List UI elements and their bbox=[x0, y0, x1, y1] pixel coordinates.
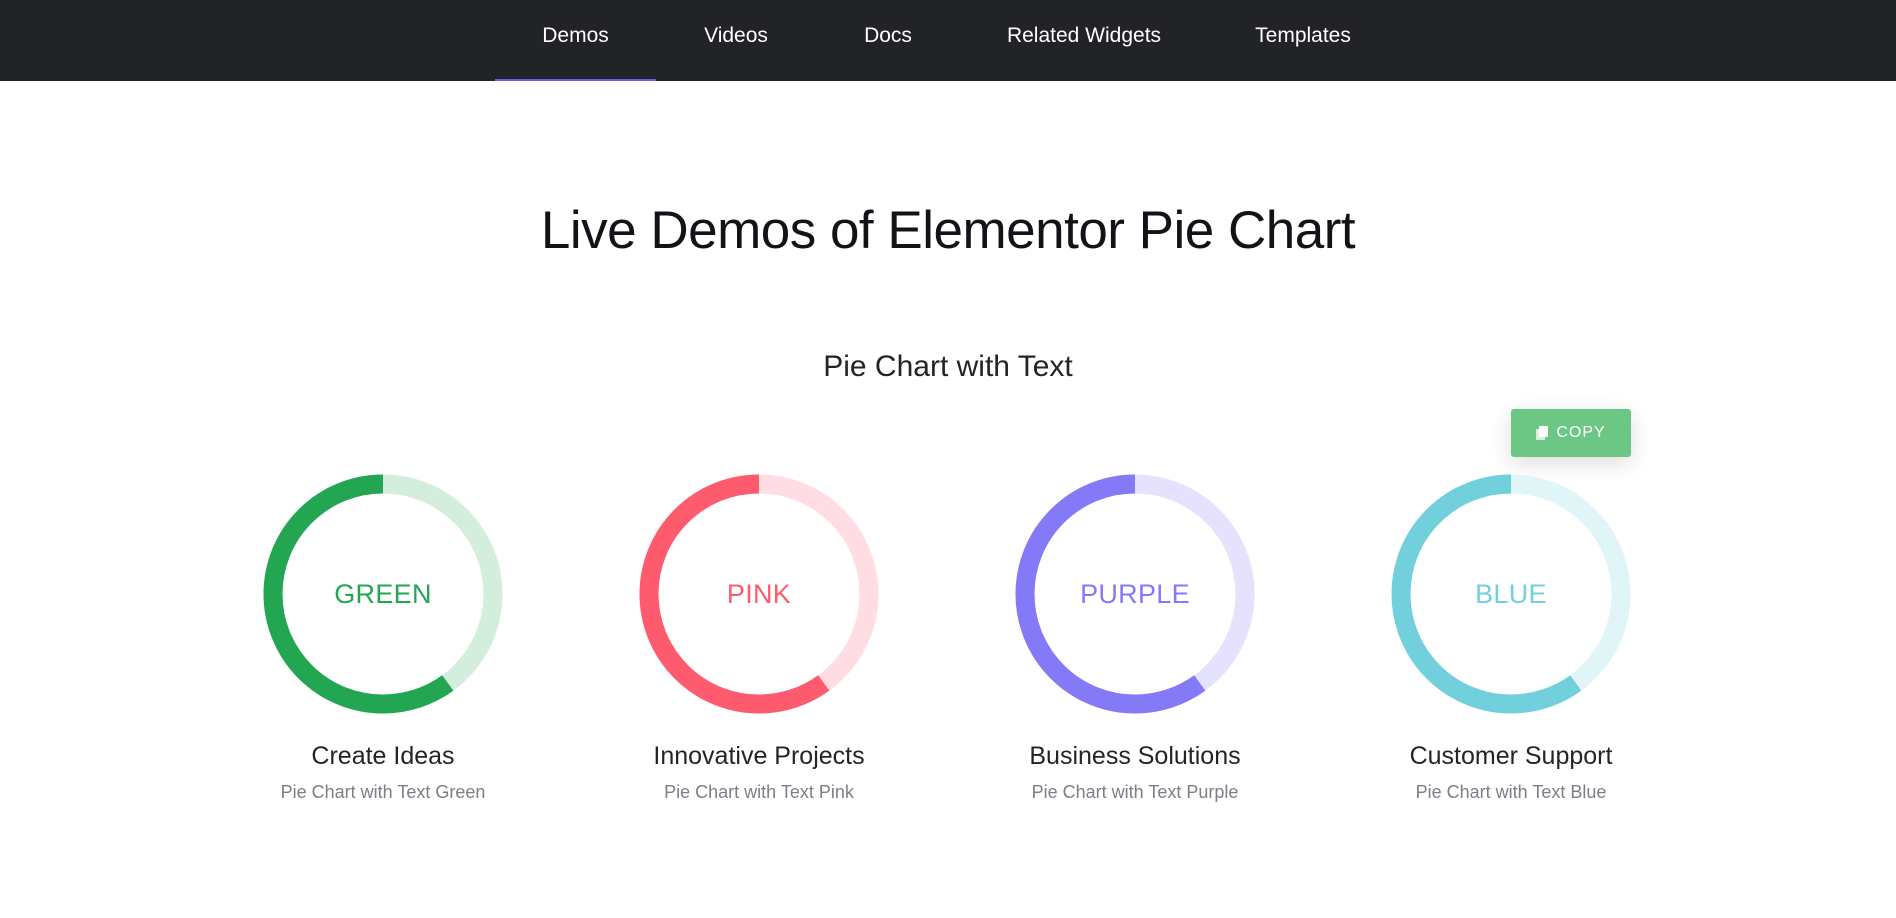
pie-chart-subtitle: Pie Chart with Text Pink bbox=[664, 782, 854, 802]
pie-chart-card-purple: PURPLE Business Solutions Pie Chart with… bbox=[985, 474, 1285, 814]
tab-videos[interactable]: Videos bbox=[685, 0, 787, 81]
pie-chart-card-pink: PINK Innovative Projects Pie Chart with … bbox=[609, 474, 909, 814]
pie-chart-title: Business Solutions bbox=[1029, 742, 1241, 770]
pie-chart-title: Innovative Projects bbox=[653, 742, 865, 770]
pie-chart-subtitle: Pie Chart with Text Green bbox=[280, 782, 486, 802]
pie-chart-card-green: GREEN Create Ideas Pie Chart with Text G… bbox=[233, 474, 533, 814]
pie-chart-label-blue: BLUE bbox=[1475, 578, 1547, 609]
pie-chart-label-green: GREEN bbox=[334, 578, 432, 609]
pie-chart-title: Customer Support bbox=[1409, 742, 1613, 770]
pie-chart-subtitle: Pie Chart with Text Blue bbox=[1415, 782, 1607, 802]
tab-docs[interactable]: Docs bbox=[840, 0, 936, 81]
top-navigation: Demos Videos Docs Related Widgets Templa… bbox=[0, 0, 1896, 81]
pie-chart-title: Create Ideas bbox=[311, 742, 455, 770]
pie-chart-label-pink: PINK bbox=[726, 578, 792, 609]
copy-button[interactable]: COPY bbox=[1511, 409, 1631, 457]
copy-icon bbox=[1536, 426, 1549, 440]
page-title: Live Demos of Elementor Pie Chart bbox=[540, 201, 1356, 260]
pie-chart-card-blue: BLUE Customer Support Pie Chart with Tex… bbox=[1361, 474, 1661, 814]
tab-templates[interactable]: Templates bbox=[1238, 0, 1368, 81]
pie-chart-subtitle: Pie Chart with Text Purple bbox=[1031, 782, 1239, 802]
pie-chart-label-purple: PURPLE bbox=[1080, 578, 1190, 609]
tab-demos[interactable]: Demos bbox=[495, 0, 656, 81]
tab-related-widgets[interactable]: Related Widgets bbox=[993, 0, 1175, 81]
copy-button-label: COPY bbox=[1556, 424, 1606, 441]
section-title: Pie Chart with Text bbox=[823, 350, 1073, 383]
